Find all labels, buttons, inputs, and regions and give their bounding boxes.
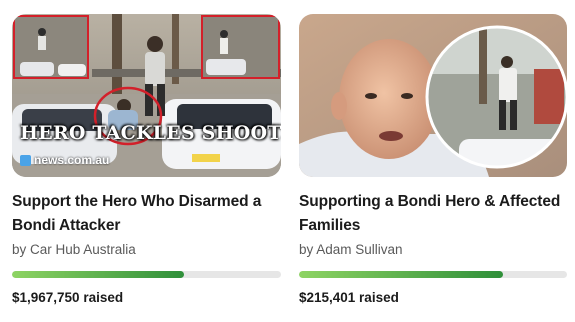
portrait-photo bbox=[299, 14, 567, 177]
amount-raised: $215,401 raised bbox=[299, 290, 399, 305]
fundraiser-organizer: by Car Hub Australia bbox=[12, 242, 136, 257]
fundraiser-image[interactable]: HERO TACKLES SHOOTER news.com.au bbox=[12, 14, 281, 177]
news-logo-icon bbox=[20, 154, 31, 166]
progress-bar bbox=[12, 271, 281, 278]
fundraiser-card[interactable]: HERO TACKLES SHOOTER news.com.au Support… bbox=[12, 14, 281, 305]
fundraiser-title[interactable]: Supporting a Bondi Hero & Affected Famil… bbox=[299, 190, 567, 238]
news-logo-text: news.com.au bbox=[34, 153, 110, 167]
image-overlay-headline: HERO TACKLES SHOOTER bbox=[20, 122, 281, 144]
fundraiser-card[interactable]: Supporting a Bondi Hero & Affected Famil… bbox=[299, 14, 567, 305]
fundraiser-image[interactable] bbox=[299, 14, 567, 177]
progress-bar-fill bbox=[299, 271, 503, 278]
fundraiser-organizer: by Adam Sullivan bbox=[299, 242, 403, 257]
progress-bar-fill bbox=[12, 271, 185, 278]
progress-bar bbox=[299, 271, 567, 278]
fundraiser-title[interactable]: Support the Hero Who Disarmed a Bondi At… bbox=[12, 190, 281, 238]
amount-raised: $1,967,750 raised bbox=[12, 290, 124, 305]
news-logo: news.com.au bbox=[20, 153, 109, 167]
